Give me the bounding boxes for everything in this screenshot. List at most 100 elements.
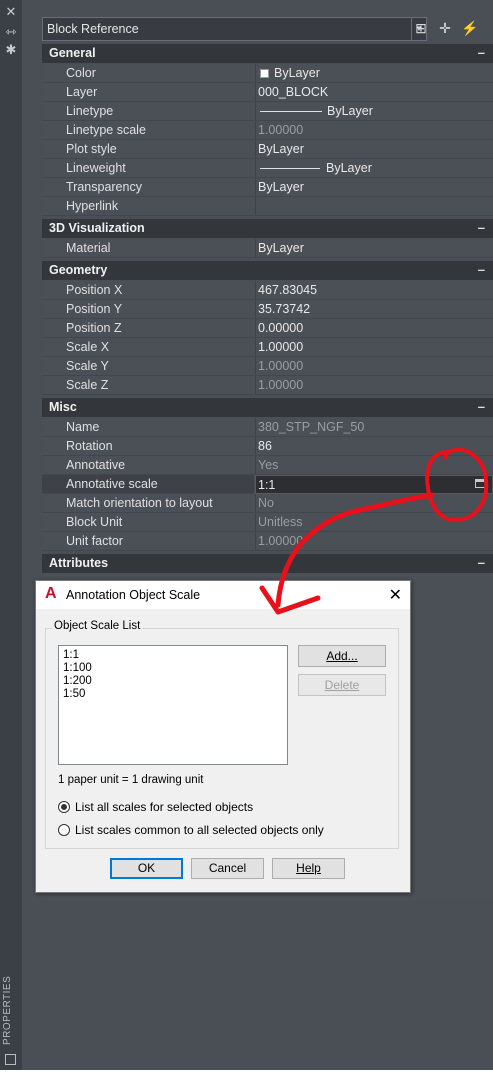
quick-select-icon[interactable]: ⚡: [461, 19, 479, 37]
property-label: Linetype scale: [66, 123, 146, 137]
property-label: Layer: [66, 85, 98, 99]
property-label: Annotative: [66, 458, 126, 472]
property-row-layer[interactable]: Layer 000_BLOCK: [42, 83, 493, 102]
property-label: Match orientation to layout: [66, 496, 213, 510]
property-label: Name: [66, 420, 100, 434]
object-type-select[interactable]: Block Reference ▼: [42, 17, 427, 41]
property-value[interactable]: ByLayer: [326, 161, 372, 175]
section-title: Misc: [49, 400, 77, 414]
properties-palette: ✕ ⇿ ✱ PROPERTIES Block Reference ▼ ⊞ ✛ ⚡…: [0, 0, 493, 1070]
property-value[interactable]: ByLayer: [258, 142, 304, 156]
property-row-hyperlink[interactable]: Hyperlink: [42, 197, 493, 216]
section-title: 3D Visualization: [49, 221, 145, 235]
property-row-match-orientation[interactable]: Match orientation to layout No: [42, 494, 493, 513]
annotation-object-scale-dialog: A Annotation Object Scale ✕ Object Scale…: [35, 580, 411, 893]
property-label: Plot style: [66, 142, 117, 156]
property-row-annotative[interactable]: Annotative Yes: [42, 456, 493, 475]
property-row-position-z[interactable]: Position Z 0.00000: [42, 319, 493, 338]
property-row-name[interactable]: Name 380_STP_NGF_50: [42, 418, 493, 437]
delete-button-label: Delete: [324, 678, 360, 692]
property-row-annotative-scale[interactable]: Annotative scale 1:1: [42, 475, 493, 494]
section-general[interactable]: General –: [42, 44, 493, 63]
property-value[interactable]: 1.00000: [258, 359, 303, 373]
collapse-icon[interactable]: –: [478, 45, 485, 60]
linetype-preview-icon: [260, 111, 322, 112]
list-item[interactable]: 1:200: [63, 675, 92, 687]
section-misc[interactable]: Misc –: [42, 398, 493, 417]
collapse-icon[interactable]: –: [478, 399, 485, 414]
property-row-scale-y[interactable]: Scale Y 1.00000: [42, 357, 493, 376]
scale-listbox[interactable]: 1:1 1:100 1:200 1:50: [58, 645, 288, 765]
property-label: Rotation: [66, 439, 113, 453]
section-attributes[interactable]: Attributes –: [42, 554, 493, 573]
radio-list-all-label[interactable]: List all scales for selected objects: [75, 800, 253, 814]
property-label: Unit factor: [66, 534, 123, 548]
radio-list-all[interactable]: [58, 801, 70, 813]
property-value[interactable]: No: [258, 496, 274, 510]
property-row-transparency[interactable]: Transparency ByLayer: [42, 178, 493, 197]
browse-button-icon[interactable]: [475, 479, 486, 488]
collapse-icon[interactable]: –: [478, 262, 485, 277]
property-value[interactable]: 1.00000: [258, 340, 303, 354]
radio-list-common-label[interactable]: List scales common to all selected objec…: [75, 823, 324, 837]
property-label: Position Y: [66, 302, 123, 316]
collapse-icon[interactable]: –: [478, 555, 485, 570]
property-row-color[interactable]: Color ByLayer: [42, 64, 493, 83]
property-label: Position Z: [66, 321, 122, 335]
property-value[interactable]: 35.73742: [258, 302, 310, 316]
property-value[interactable]: 1.00000: [258, 123, 303, 137]
property-row-block-unit[interactable]: Block Unit Unitless: [42, 513, 493, 532]
property-row-position-x[interactable]: Position X 467.83045: [42, 281, 493, 300]
property-label: Color: [66, 66, 96, 80]
dialog-titlebar[interactable]: A Annotation Object Scale ✕: [36, 581, 410, 609]
property-label: Hyperlink: [66, 199, 119, 213]
property-value[interactable]: ByLayer: [327, 104, 373, 118]
property-value[interactable]: 467.83045: [258, 283, 317, 297]
select-objects-icon[interactable]: ✛: [436, 19, 454, 37]
property-value[interactable]: 0.00000: [258, 321, 303, 335]
property-row-linetype[interactable]: Linetype ByLayer: [42, 102, 493, 121]
property-value[interactable]: 000_BLOCK: [258, 85, 328, 99]
palette-title-label: PROPERTIES: [2, 975, 13, 1045]
section-title: Attributes: [49, 556, 109, 570]
property-row-rotation[interactable]: Rotation 86: [42, 437, 493, 456]
property-value[interactable]: 380_STP_NGF_50: [258, 420, 364, 434]
radio-list-common[interactable]: [58, 824, 70, 836]
help-button[interactable]: Help: [272, 858, 345, 879]
cancel-button[interactable]: Cancel: [191, 858, 264, 879]
property-row-unit-factor[interactable]: Unit factor 1.00000: [42, 532, 493, 551]
property-row-lineweight[interactable]: Lineweight ByLayer: [42, 159, 493, 178]
list-item[interactable]: 1:1: [63, 649, 79, 661]
property-value[interactable]: Yes: [258, 458, 278, 472]
property-label: Transparency: [66, 180, 142, 194]
property-row-position-y[interactable]: Position Y 35.73742: [42, 300, 493, 319]
property-row-material[interactable]: Material ByLayer: [42, 239, 493, 258]
property-value[interactable]: 1.00000: [258, 378, 303, 392]
property-row-plot-style[interactable]: Plot style ByLayer: [42, 140, 493, 159]
property-value[interactable]: 1.00000: [258, 534, 303, 548]
property-value[interactable]: ByLayer: [274, 66, 320, 80]
auto-hide-icon[interactable]: ⇿: [4, 25, 18, 39]
property-value[interactable]: 86: [258, 439, 272, 453]
property-value[interactable]: ByLayer: [258, 241, 304, 255]
close-icon[interactable]: ✕: [389, 585, 402, 605]
property-row-linetype-scale[interactable]: Linetype scale 1.00000: [42, 121, 493, 140]
ok-button[interactable]: OK: [110, 858, 183, 879]
property-row-scale-x[interactable]: Scale X 1.00000: [42, 338, 493, 357]
section-3d-visualization[interactable]: 3D Visualization –: [42, 219, 493, 238]
settings-icon[interactable]: ✱: [4, 43, 18, 57]
collapse-icon[interactable]: –: [478, 220, 485, 235]
toggle-pickadd-icon[interactable]: ⊞: [412, 19, 430, 37]
property-value[interactable]: ByLayer: [258, 180, 304, 194]
delete-button[interactable]: Delete: [298, 674, 386, 696]
property-value[interactable]: Unitless: [258, 515, 302, 529]
list-item[interactable]: 1:100: [63, 662, 92, 674]
property-row-scale-z[interactable]: Scale Z 1.00000: [42, 376, 493, 395]
add-button[interactable]: Add...: [298, 645, 386, 667]
properties-panel: Block Reference ▼ ⊞ ✛ ⚡ General – Color …: [22, 0, 493, 1070]
close-icon[interactable]: ✕: [4, 5, 18, 19]
list-item[interactable]: 1:50: [63, 688, 85, 700]
property-value[interactable]: 1:1: [258, 478, 275, 492]
section-title: Geometry: [49, 263, 108, 277]
section-geometry[interactable]: Geometry –: [42, 261, 493, 280]
